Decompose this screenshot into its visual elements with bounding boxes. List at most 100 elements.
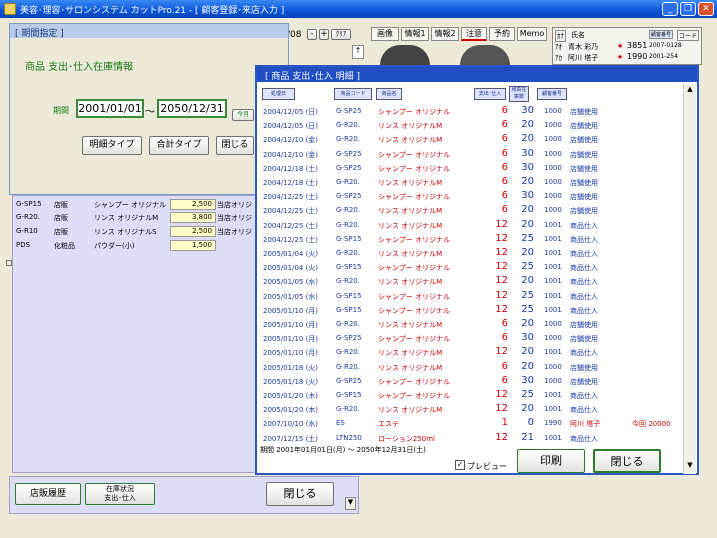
table-row[interactable]: 2004/12/25 (土) G-R20. リンス オリジナルM 6 20 1000 店舗使… [260,204,690,219]
row-date: 2005/01/18 (火) [263,363,319,372]
table-row[interactable]: 2005/01/10 (月) G-R20. リンス オリジナルM 6 20 1000 店舗使… [260,318,690,333]
row-stock: 30 [521,332,534,344]
row-cust-no: 1000 [544,362,562,371]
tab-reservation[interactable]: 予約 [489,27,515,41]
row-code: G-R20. [336,121,360,130]
detail-type-button[interactable]: 明細タイプ [82,136,142,155]
period-label: 期間 [53,106,69,115]
list-item[interactable]: G-R10 店販 リンス オリジナルS 2,500 当店オリジ [14,226,257,238]
detail-title: [ 商品 支出･仕入 明細 ] [257,67,697,82]
row-qty: 12 [495,232,508,244]
detail-close-button[interactable]: 閉じる [593,449,661,473]
row-stock: 20 [521,318,534,329]
table-row[interactable]: 2005/01/04 (火) G-R20. リンス オリジナルM 12 20 1001 商品… [260,247,690,262]
table-row[interactable]: 2004/12/18 (土) G-R20. リンス オリジナルM 6 20 1000 店舗使… [260,176,690,191]
tab-info2[interactable]: 情報2 [431,27,459,41]
tab-image[interactable]: 画像 [371,27,399,41]
table-row[interactable]: 2004/12/25 (土) G-SP15 シャンプー オリジナル 12 25 1001 商… [260,233,690,248]
date-partial: /08 [287,30,302,40]
next-button[interactable]: + [319,29,329,40]
prev-button[interactable]: - [307,29,317,40]
vertical-scrollbar[interactable]: ▲ ▼ [683,84,696,474]
row-stock: 20 [521,275,534,287]
table-row[interactable]: 2005/01/05 (水) G-R20. リンス オリジナルM 12 20 1001 商品… [260,275,690,290]
clear-button[interactable]: ｸﾘｱ [331,29,351,40]
row-cust-no: 1000 [544,107,562,115]
table-row[interactable]: 2005/01/04 (火) G-SP15 シャンプー オリジナル 12 25 1001 商… [260,261,690,276]
date-to-input[interactable]: 2050/12/31 [157,99,227,118]
tab-info1[interactable]: 情報1 [401,27,429,41]
date-from-input[interactable]: 2001/01/01 [76,99,144,118]
footer-close-button[interactable]: 閉じる [266,482,334,506]
item-price: 3,800 [170,212,216,223]
table-row[interactable]: 2004/12/05 (日) G-R20. リンス オリジナルM 6 20 1000 店舗使… [260,119,690,134]
row-code: G-R20. [336,220,360,229]
tab-memo[interactable]: Memo [517,27,547,41]
table-row[interactable]: 2005/01/20 (木) G-SP15 シャンプー オリジナル 12 25 1001 商… [260,389,690,404]
chevron-up-icon[interactable]: ▲ [685,85,695,95]
row-note: 店舗使用 [570,377,598,386]
header-name: 商品名 [376,88,402,100]
row-date: 2005/01/20 (木) [263,406,319,415]
row-name: シャンプー オリジナル [378,235,451,244]
row-date: 2005/01/20 (木) [263,392,319,400]
chevron-down-icon[interactable]: ▼ [685,461,695,471]
table-row[interactable]: 2005/01/10 (月) G-R20. リンス オリジナルM 12 20 1001 商品… [260,346,690,361]
table-row[interactable]: 2005/01/05 (水) G-SP15 シャンプー オリジナル 12 25 1001 商… [260,290,690,305]
row-note: 商品仕入 [570,392,598,400]
row-cust-no: 1001 [544,291,562,300]
item-note: 当店オリジ [217,228,252,236]
row-cust-no: 1000 [544,178,562,186]
table-row[interactable]: 2005/01/20 (木) G-R20. リンス オリジナルM 12 20 1001 商品… [260,403,690,418]
row-cust-no: 1001 [544,391,562,399]
row-qty: 6 [501,105,508,116]
list-item[interactable]: PDS 化粧品 パウダー(小) 1,500 [14,240,257,252]
close-window-button[interactable]: ✕ [698,2,714,16]
row-code: G-R20. [336,249,360,257]
stock-status-button[interactable]: 在庫状況 支出･仕入 [85,483,155,505]
row-stock: 25 [521,261,534,273]
tab-caution[interactable]: 注意 [461,27,487,41]
minimize-button[interactable]: _ [662,2,678,16]
row-date: 2004/12/10 (金) [263,136,319,145]
row-stock: 30 [521,105,534,116]
this-month-button[interactable]: 今月 [232,109,254,121]
cust-2-name[interactable]: 阿川 塔子 [568,53,598,63]
restore-button[interactable]: ❐ [680,2,696,16]
list-item[interactable]: G-SP15 店販 シャンプー オリジナル 2,500 当店オリジ [14,199,257,211]
table-row[interactable]: 2005/01/10 (月) G-SP25 シャンプー オリジナル 6 30 1000 店舗… [260,332,690,347]
row-cust-no: 1000 [544,149,562,158]
print-button[interactable]: 印刷 [517,449,585,473]
table-row[interactable]: 2004/12/05 (日) G-SP25 シャンプー オリジナル 6 30 1000 店舗… [260,105,690,120]
table-row[interactable]: 2007/10/10 (水) ES エステ 1 0 1990 阿川 塔子 今回 20000 [260,417,690,432]
item-category: 店販 [54,201,68,209]
table-row[interactable]: 2004/12/18 (土) G-SP25 シャンプー オリジナル 6 30 1000 店舗… [260,162,690,177]
cust-2-no: 1990 [627,52,648,61]
cust-1-kana: ｱｵ [555,43,562,51]
table-row[interactable]: 2004/12/25 (土) G-SP25 シャンプー オリジナル 6 30 1000 店舗… [260,190,690,205]
table-row[interactable]: 2007/12/15 (土) LTN250 ローション250ml 12 21 1001 商品… [260,432,690,447]
row-cust-no: 1001 [544,249,562,257]
marker-icon [6,260,12,266]
table-row[interactable]: 2004/12/10 (金) G-SP25 シャンプー オリジナル 6 30 1000 店舗… [260,148,690,163]
row-note: 店舗使用 [570,321,598,329]
table-row[interactable]: 2004/12/10 (金) G-R20. リンス オリジナルM 6 20 1000 店舗使… [260,133,690,148]
list-item[interactable]: G-R20. 店販 リンス オリジナルM 3,800 当店オリジ [14,212,257,224]
total-type-button[interactable]: 合計タイプ [149,136,209,155]
tilde: ～ [145,107,155,118]
period-close-button[interactable]: 閉じる [216,136,254,155]
row-qty: 12 [495,389,508,400]
preview-checkbox[interactable]: ✓ [455,460,465,470]
row-name: シャンプー オリジナル [378,164,451,173]
chevron-down-icon[interactable]: ▼ [345,497,356,510]
table-row[interactable]: 2005/01/18 (火) G-R20. リンス オリジナルM 6 20 1000 店舗使… [260,361,690,376]
table-row[interactable]: 2005/01/18 (火) G-SP25 シャンプー オリジナル 6 30 1000 店舗… [260,375,690,390]
arrow-up-icon[interactable]: ↑ [352,45,364,59]
sales-history-button[interactable]: 店販履歴 [15,483,81,505]
table-row[interactable]: 2005/01/10 (月) G-SP15 シャンプー オリジナル 12 25 1001 商… [260,304,690,319]
cust-1-name[interactable]: 青木 彩乃 [568,42,598,52]
row-code: G-SP25 [336,107,362,115]
preview-label: プレビュー [467,462,507,471]
table-row[interactable]: 2004/12/25 (土) G-R20. リンス オリジナルM 12 20 1001 商品… [260,219,690,234]
row-note: 商品仕入 [570,349,598,358]
